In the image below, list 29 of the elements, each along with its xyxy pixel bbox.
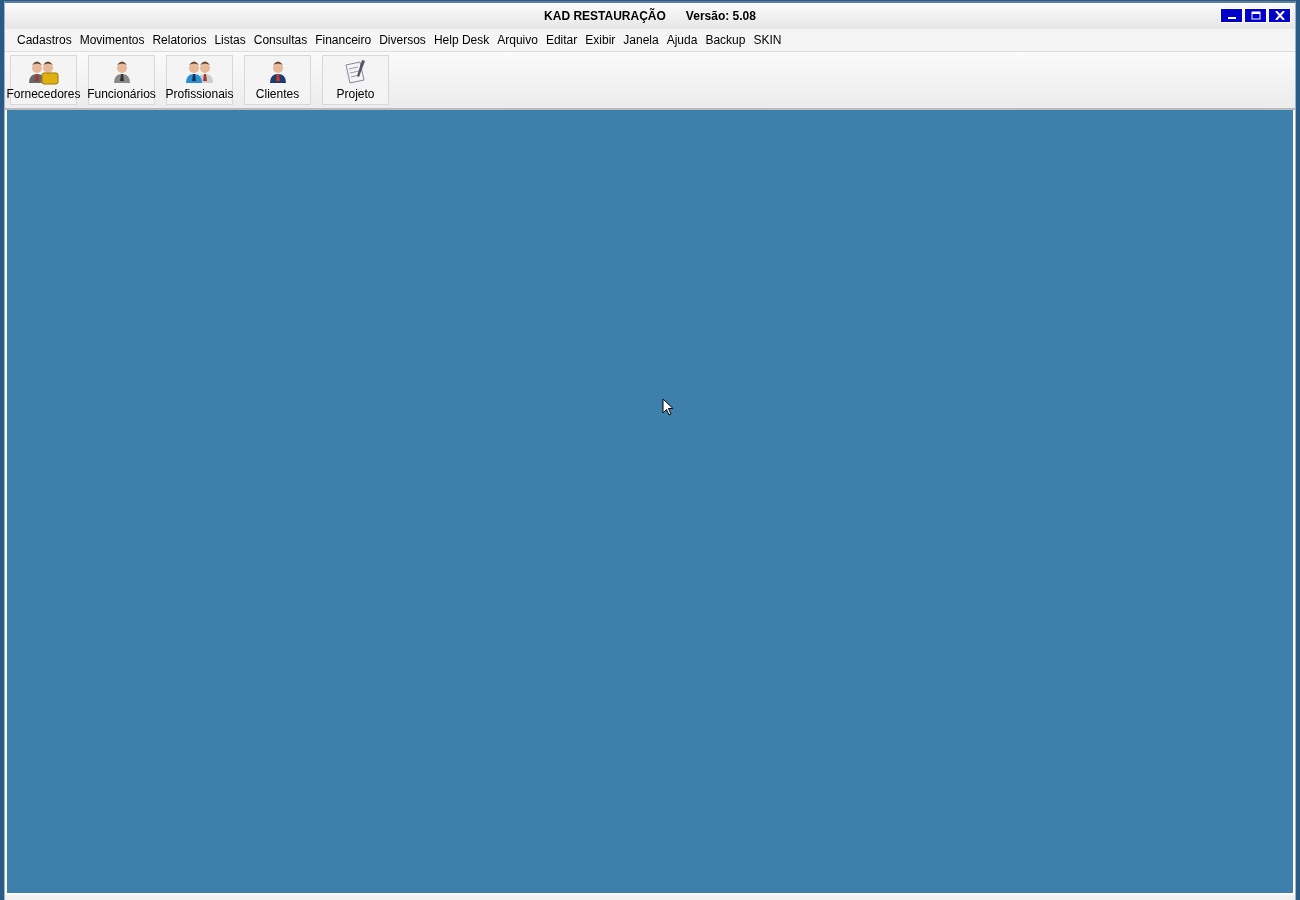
menu-item[interactable]: SKIN [749, 33, 786, 47]
close-icon [1274, 11, 1285, 20]
mouse-cursor-icon [662, 398, 675, 417]
maximize-button[interactable] [1244, 8, 1267, 23]
menu-item[interactable]: Ajuda [662, 33, 702, 47]
menu-item[interactable]: Financeiro [311, 33, 376, 47]
menu-item[interactable]: Diversos [375, 33, 430, 47]
menu-item[interactable]: Relatorios [148, 33, 211, 47]
menu-item[interactable]: Janela [619, 33, 663, 47]
menu-item[interactable]: Help Desk [429, 33, 494, 47]
toolbar-button[interactable]: Profissionais [166, 55, 233, 105]
menu-item[interactable]: Exibir [581, 33, 620, 47]
close-button[interactable] [1268, 8, 1291, 23]
menu-item[interactable]: Cadastros [13, 33, 76, 47]
menu-item[interactable]: Backup [701, 33, 750, 47]
window-title: KAD RESTAURAÇÃO [544, 9, 666, 23]
maximize-icon [1250, 11, 1261, 20]
people-icon [183, 59, 216, 85]
menu-item[interactable]: Arquivo [493, 33, 542, 47]
minimize-button[interactable] [1220, 8, 1243, 23]
people-with-briefcase-icon [27, 59, 60, 85]
menu-item[interactable]: Listas [210, 33, 250, 47]
toolbar-button[interactable]: Projeto [322, 55, 389, 105]
menu-item[interactable]: Consultas [249, 33, 312, 47]
menu-item[interactable]: Editar [541, 33, 582, 47]
menu-item[interactable]: Movimentos [75, 33, 149, 47]
toolbar-button[interactable]: Funcionários [88, 55, 155, 105]
version-label: Versão: 5.08 [685, 9, 756, 23]
toolbar-button[interactable]: Clientes [244, 55, 311, 105]
